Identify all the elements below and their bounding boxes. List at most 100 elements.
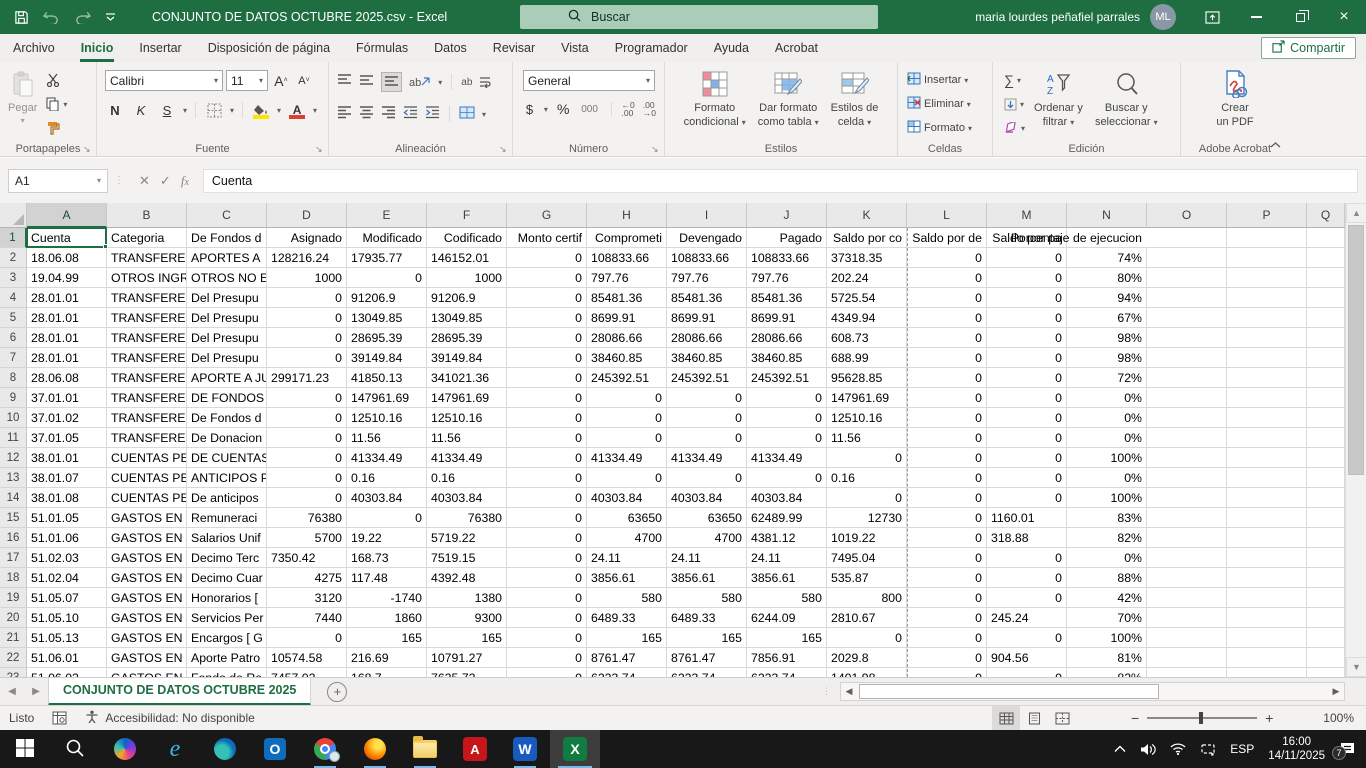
cell-B15[interactable]: GASTOS EN F [107,508,187,528]
cell-C3[interactable]: OTROS NO ES [187,268,267,288]
cell-B21[interactable]: GASTOS EN F [107,628,187,648]
cell-N8[interactable]: 72% [1067,368,1147,388]
cell-K21[interactable]: 0 [827,628,907,648]
cell-G8[interactable]: 0 [507,368,587,388]
accounting-format-icon[interactable]: $ [523,99,536,119]
cell-D16[interactable]: 5700 [267,528,347,548]
cell-I6[interactable]: 28086.66 [667,328,747,348]
cell-D5[interactable]: 0 [267,308,347,328]
cell-G18[interactable]: 0 [507,568,587,588]
column-header-N[interactable]: N [1067,203,1147,228]
cell-K2[interactable]: 37318.35 [827,248,907,268]
cell-H14[interactable]: 40303.84 [587,488,667,508]
cell-F17[interactable]: 7519.15 [427,548,507,568]
merge-center-icon[interactable] [459,106,475,122]
ribbon-tab-vista[interactable]: Vista [548,34,602,62]
minimize-button[interactable] [1234,0,1278,34]
cell-B9[interactable]: TRANSFEREN [107,388,187,408]
cell-L5[interactable]: 0 [907,308,987,328]
cell-Q19[interactable] [1307,588,1345,608]
ribbon-tab-fórmulas[interactable]: Fórmulas [343,34,421,62]
cell-K8[interactable]: 95628.85 [827,368,907,388]
page-break-view-icon[interactable] [1048,706,1076,730]
cell-H12[interactable]: 41334.49 [587,448,667,468]
cell-H5[interactable]: 8699.91 [587,308,667,328]
cell-E20[interactable]: 1860 [347,608,427,628]
cell-D10[interactable]: 0 [267,408,347,428]
cell-J15[interactable]: 62489.99 [747,508,827,528]
row-header-5[interactable]: 5 [0,308,27,328]
column-header-Q[interactable]: Q [1307,203,1345,228]
cell-G3[interactable]: 0 [507,268,587,288]
cell-A8[interactable]: 28.06.08 [27,368,107,388]
row-header-23[interactable]: 23 [0,668,27,677]
find-select-button[interactable]: Buscar yseleccionar ▾ [1089,65,1164,139]
cell-L15[interactable]: 0 [907,508,987,528]
insert-function-icon[interactable]: fx [181,173,189,189]
cell-D21[interactable]: 0 [267,628,347,648]
cell-I13[interactable]: 0 [667,468,747,488]
column-header-F[interactable]: F [427,203,507,228]
cell-Q18[interactable] [1307,568,1345,588]
cell-F13[interactable]: 0.16 [427,468,507,488]
orientation-icon[interactable]: ab [409,76,431,89]
cell-J11[interactable]: 0 [747,428,827,448]
cell-J6[interactable]: 28086.66 [747,328,827,348]
collapse-ribbon-icon[interactable] [1270,138,1281,152]
cell-D4[interactable]: 0 [267,288,347,308]
cell-F5[interactable]: 13049.85 [427,308,507,328]
cell-F14[interactable]: 40303.84 [427,488,507,508]
cell-Q21[interactable] [1307,628,1345,648]
conditional-formatting-button[interactable]: Formatocondicional ▾ [678,65,752,139]
cell-M9[interactable]: 0 [987,388,1067,408]
increase-indent-icon[interactable] [425,106,440,122]
cell-P8[interactable] [1227,368,1307,388]
font-name-select[interactable]: Calibri▾ [105,70,223,91]
cell-J4[interactable]: 85481.36 [747,288,827,308]
cell-A20[interactable]: 51.05.10 [27,608,107,628]
cell-A6[interactable]: 28.01.01 [27,328,107,348]
vertical-scrollbar[interactable]: ▲ ▼ [1345,203,1366,677]
cell-C9[interactable]: DE FONDOS G [187,388,267,408]
vertical-scroll-thumb[interactable] [1348,225,1364,475]
cell-H13[interactable]: 0 [587,468,667,488]
borders-icon[interactable] [204,100,224,120]
row-header-19[interactable]: 19 [0,588,27,608]
cell-L23[interactable]: 0 [907,668,987,677]
cell-P19[interactable] [1227,588,1307,608]
underline-button[interactable]: S [157,100,177,120]
taskbar-app-acrobat[interactable]: A [450,730,500,768]
cell-E19[interactable]: -1740 [347,588,427,608]
cell-M20[interactable]: 245.24 [987,608,1067,628]
cell-C14[interactable]: De anticipos [187,488,267,508]
cell-L13[interactable]: 0 [907,468,987,488]
paste-button[interactable]: Pegar ▾ [2,65,43,139]
cell-P10[interactable] [1227,408,1307,428]
cell-N15[interactable]: 83% [1067,508,1147,528]
cell-A2[interactable]: 18.06.08 [27,248,107,268]
cell-H22[interactable]: 8761.47 [587,648,667,668]
cell-A18[interactable]: 51.02.04 [27,568,107,588]
cell-L19[interactable]: 0 [907,588,987,608]
taskbar-app-firefox[interactable] [350,730,400,768]
align-left-icon[interactable] [337,106,352,122]
cell-O20[interactable] [1147,608,1227,628]
cell-L10[interactable]: 0 [907,408,987,428]
row-header-22[interactable]: 22 [0,648,27,668]
cell-P13[interactable] [1227,468,1307,488]
cell-J9[interactable]: 0 [747,388,827,408]
cell-P11[interactable] [1227,428,1307,448]
cell-C5[interactable]: Del Presupu [187,308,267,328]
cell-I12[interactable]: 41334.49 [667,448,747,468]
cell-Q15[interactable] [1307,508,1345,528]
cell-J12[interactable]: 41334.49 [747,448,827,468]
cell-L17[interactable]: 0 [907,548,987,568]
row-header-21[interactable]: 21 [0,628,27,648]
cell-Q1[interactable] [1307,228,1345,248]
cell-B12[interactable]: CUENTAS PE [107,448,187,468]
cell-J1[interactable]: Pagado [747,228,827,248]
cell-M18[interactable]: 0 [987,568,1067,588]
column-header-M[interactable]: M [987,203,1067,228]
cell-K20[interactable]: 2810.67 [827,608,907,628]
cell-N5[interactable]: 67% [1067,308,1147,328]
